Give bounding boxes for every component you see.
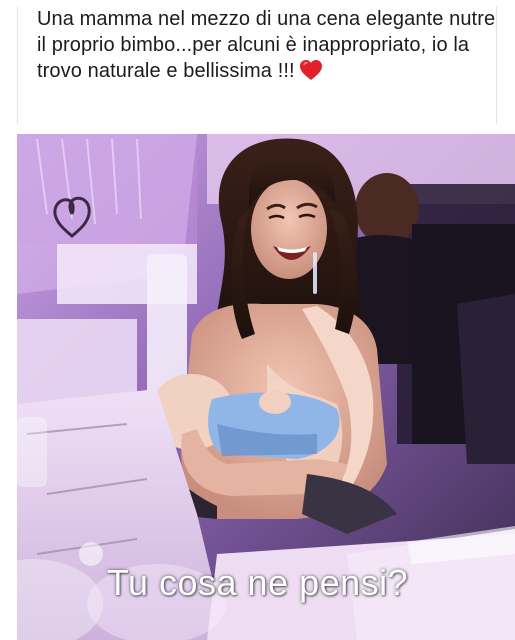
image-overlay-text: Tu cosa ne pensi? bbox=[106, 562, 409, 603]
social-post: Una mamma nel mezzo di una cena elegante… bbox=[0, 0, 515, 640]
post-caption-text: Una mamma nel mezzo di una cena elegante… bbox=[37, 8, 496, 82]
red-heart-icon bbox=[299, 60, 322, 80]
post-caption: Una mamma nel mezzo di una cena elegante… bbox=[17, 6, 497, 124]
